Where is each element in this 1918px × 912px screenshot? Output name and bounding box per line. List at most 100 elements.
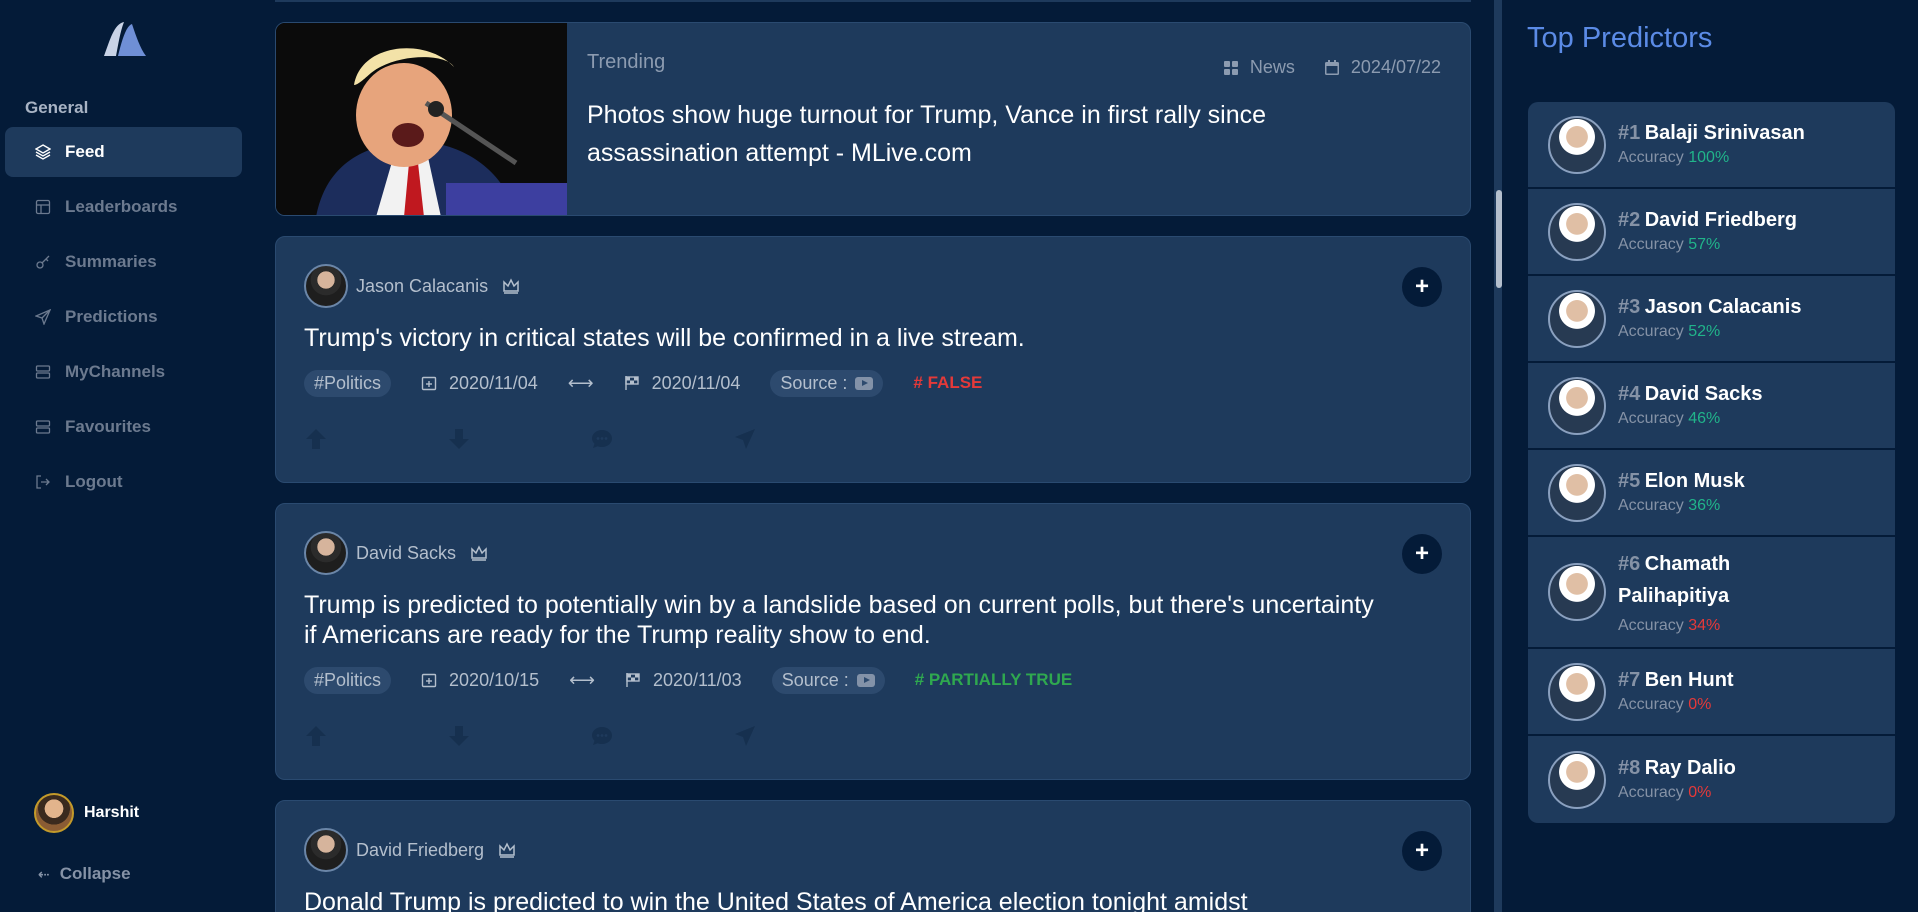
avatar xyxy=(1548,202,1606,261)
downvote-button[interactable] xyxy=(447,427,471,451)
app-logo[interactable] xyxy=(100,20,148,58)
predictor-row[interactable]: #7 Ben Hunt Accuracy 0% xyxy=(1528,649,1895,736)
add-button[interactable]: + xyxy=(1402,534,1442,574)
logout-icon xyxy=(35,474,51,490)
author-name[interactable]: Jason Calacanis xyxy=(356,276,488,297)
range-arrow-icon: ⟷ xyxy=(567,372,594,393)
downvote-button[interactable] xyxy=(447,724,471,748)
predictor-rank: #7 xyxy=(1618,669,1641,691)
top-predictors-panel: Top Predictors #1 Balaji Srinivasan Accu… xyxy=(1503,0,1918,912)
news-category: News xyxy=(1222,57,1295,78)
arrow-up-icon xyxy=(306,726,326,746)
sidebar-item-mychannels[interactable]: MyChannels xyxy=(5,347,242,397)
end-date: 2020/11/03 xyxy=(625,670,742,691)
news-date: 2024/07/22 xyxy=(1323,57,1441,78)
prediction-actions xyxy=(304,724,1442,748)
avatar xyxy=(1548,662,1606,721)
flag-icon xyxy=(624,376,639,390)
news-card[interactable]: Trending News 2024/07/22 Photos show hug… xyxy=(275,22,1471,216)
topic-tag[interactable]: #Politics xyxy=(304,369,392,397)
prediction-actions xyxy=(304,427,1442,451)
predictor-rank: #5 xyxy=(1618,470,1641,492)
predictor-row[interactable]: #8 Ray Dalio Accuracy 0% xyxy=(1528,736,1895,823)
start-date: 2020/11/04 xyxy=(421,373,538,394)
sidebar-nav: Feed Leaderboards Summaries Predictions … xyxy=(5,127,242,512)
start-date-label: 2020/11/04 xyxy=(449,372,538,393)
send-icon xyxy=(35,309,51,325)
topic-tag[interactable]: #Politics xyxy=(304,666,392,694)
avatar xyxy=(1548,750,1606,809)
share-button[interactable] xyxy=(733,724,757,748)
accuracy-value: 57% xyxy=(1688,236,1721,253)
news-category-label: News xyxy=(1249,57,1295,77)
avatar xyxy=(34,793,74,833)
arrow-down-icon xyxy=(449,726,469,746)
upvote-button[interactable] xyxy=(304,724,328,748)
news-body: Trending News 2024/07/22 Photos show hug… xyxy=(567,23,1470,215)
crown-icon xyxy=(471,545,487,561)
predictor-name: Elon Musk xyxy=(1644,470,1745,492)
sidebar: General Feed Leaderboards Summaries Pred… xyxy=(0,0,250,912)
sidebar-item-label: Summaries xyxy=(65,252,157,271)
accuracy-value: 0% xyxy=(1688,784,1712,801)
avatar[interactable] xyxy=(304,828,348,872)
avatar[interactable] xyxy=(304,264,348,308)
add-button[interactable]: + xyxy=(1402,267,1442,307)
accuracy-value: 100% xyxy=(1688,149,1730,166)
feed-scrollbar[interactable] xyxy=(1494,0,1502,912)
share-button[interactable] xyxy=(733,427,757,451)
news-title[interactable]: Photos show huge turnout for Trump, Vanc… xyxy=(587,96,1347,172)
key-icon xyxy=(35,254,51,270)
source-link[interactable]: Source : xyxy=(771,666,885,694)
comment-button[interactable] xyxy=(590,724,614,748)
range-arrow-icon: ⟷ xyxy=(569,669,595,690)
user-profile[interactable]: Harshit xyxy=(34,793,139,833)
layers-icon xyxy=(35,144,51,160)
predictor-rank: #2 xyxy=(1618,209,1641,231)
avatar[interactable] xyxy=(304,531,348,575)
prediction-header: David Sacks xyxy=(304,530,1442,576)
news-image xyxy=(276,23,567,215)
sidebar-item-favourites[interactable]: Favourites xyxy=(5,402,242,452)
prediction-header: David Friedberg xyxy=(304,827,1442,873)
predictor-rank: #3 xyxy=(1618,296,1641,318)
prediction-meta: #Politics 2020/11/04 ⟷ 2020/11/04 Source… xyxy=(304,369,1442,397)
sidebar-item-summaries[interactable]: Summaries xyxy=(5,237,242,287)
sidebar-item-label: Predictions xyxy=(65,307,158,326)
upvote-button[interactable] xyxy=(304,427,328,451)
predictor-row[interactable]: #3 Jason Calacanis Accuracy 52% xyxy=(1528,276,1895,363)
author-name[interactable]: David Sacks xyxy=(356,543,456,564)
predictor-row[interactable]: #2 David Friedberg Accuracy 57% xyxy=(1528,189,1895,276)
predictor-row[interactable]: #1 Balaji Srinivasan Accuracy 100% xyxy=(1528,102,1895,189)
calendar-plus-icon xyxy=(421,376,437,391)
add-button[interactable]: + xyxy=(1402,831,1442,871)
predictor-list: #1 Balaji Srinivasan Accuracy 100% #2 Da… xyxy=(1528,102,1895,823)
prediction-meta: #Politics 2020/10/15 ⟷ 2020/11/03 Source… xyxy=(304,666,1442,694)
accuracy-label: Accuracy xyxy=(1618,236,1684,253)
sidebar-item-logout[interactable]: Logout xyxy=(5,457,242,507)
prediction-card: Jason Calacanis + Trump's victory in cri… xyxy=(275,236,1471,483)
section-title-general: General xyxy=(25,98,89,117)
sidebar-item-leaderboards[interactable]: Leaderboards xyxy=(5,182,242,232)
sidebar-item-feed[interactable]: Feed xyxy=(5,127,242,177)
panel-title: Top Predictors xyxy=(1527,22,1713,54)
predictor-rank: #4 xyxy=(1618,383,1641,405)
sidebar-item-predictions[interactable]: Predictions xyxy=(5,292,242,342)
accuracy-label: Accuracy xyxy=(1618,696,1684,713)
source-link[interactable]: Source : xyxy=(770,369,884,397)
avatar xyxy=(1548,563,1606,621)
prediction-header: Jason Calacanis xyxy=(304,263,1442,309)
prediction-text: Trump is predicted to potentially win by… xyxy=(304,591,1374,649)
comment-button[interactable] xyxy=(590,427,614,451)
prediction-text: Donald Trump is predicted to win the Uni… xyxy=(304,888,1248,912)
server-icon xyxy=(35,419,51,435)
accuracy-label: Accuracy xyxy=(1618,149,1684,166)
avatar xyxy=(1548,376,1606,435)
feed-scrollbar-thumb[interactable] xyxy=(1496,190,1502,288)
predictor-row[interactable]: #6 Chamath Palihapitiya Accuracy 34% xyxy=(1528,537,1895,649)
collapse-button[interactable]: ⇠ Collapse xyxy=(38,864,131,884)
predictor-row[interactable]: #4 David Sacks Accuracy 46% xyxy=(1528,363,1895,450)
predictor-row[interactable]: #5 Elon Musk Accuracy 36% xyxy=(1528,450,1895,537)
source-label: Source : xyxy=(781,669,849,690)
author-name[interactable]: David Friedberg xyxy=(356,840,484,861)
